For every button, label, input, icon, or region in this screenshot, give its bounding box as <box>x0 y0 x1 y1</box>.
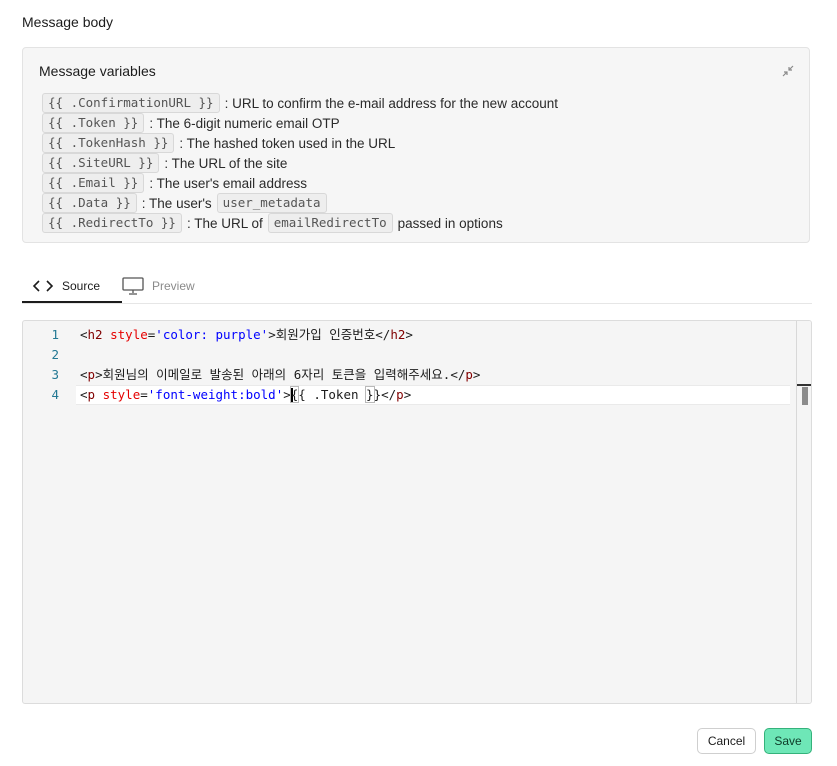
line-number: 4 <box>51 387 59 402</box>
variable-description: : The user's <box>141 195 212 211</box>
variable-description: : The URL of <box>186 215 263 231</box>
variable-chip-inline: emailRedirectTo <box>267 213 393 233</box>
message-variables-panel: Message variables {{ .ConfirmationURL }}… <box>22 47 810 243</box>
save-button[interactable]: Save <box>764 728 812 754</box>
variable-description: : The URL of the site <box>164 155 288 171</box>
code-content[interactable]: <h2 style='color: purple'>회원가입 인증번호</h2>… <box>76 325 790 405</box>
variable-chip: {{ .RedirectTo }} <box>42 213 182 233</box>
variable-description: : The 6-digit numeric email OTP <box>149 115 340 131</box>
line-number: 1 <box>51 327 59 342</box>
variable-description: : The hashed token used in the URL <box>179 135 396 151</box>
code-line[interactable] <box>80 345 790 365</box>
tab-source-label: Source <box>62 278 101 293</box>
cancel-button[interactable]: Cancel <box>697 728 756 754</box>
variable-chip-inline: user_metadata <box>216 193 327 213</box>
tab-preview[interactable]: Preview <box>122 270 195 302</box>
code-brackets-icon <box>32 279 54 292</box>
variable-chip: {{ .Token }} <box>42 113 145 133</box>
monitor-icon <box>122 277 144 295</box>
variable-row: {{ .Email }} : The user's email address <box>42 173 558 193</box>
editor-tabs: Source Preview <box>22 270 812 304</box>
line-number: 2 <box>51 347 59 362</box>
variable-list: {{ .ConfirmationURL }} : URL to confirm … <box>42 93 558 233</box>
variables-panel-title: Message variables <box>39 63 156 79</box>
variable-description: : URL to confirm the e-mail address for … <box>224 95 558 111</box>
variable-chip: {{ .Data }} <box>42 193 137 213</box>
variable-chip: {{ .Email }} <box>42 173 145 193</box>
variable-chip: {{ .TokenHash }} <box>42 133 175 153</box>
line-number: 3 <box>51 367 59 382</box>
variable-chip: {{ .SiteURL }} <box>42 153 160 173</box>
variable-row: {{ .RedirectTo }} : The URL of emailRedi… <box>42 213 558 233</box>
variable-description: : The user's email address <box>149 175 307 191</box>
code-line-active[interactable]: <p style='font-weight:bold'>{{ .Token }}… <box>76 385 790 405</box>
line-number-gutter: 1 2 3 4 <box>23 325 69 405</box>
variable-row: {{ .Data }} : The user's user_metadata <box>42 193 558 213</box>
code-editor[interactable]: 1 2 3 4 <h2 style='color: purple'>회원가입 인… <box>22 320 812 704</box>
scrollbar-thumb[interactable] <box>802 387 808 405</box>
tab-source[interactable]: Source <box>22 270 122 303</box>
scrollbar-position-marker <box>797 384 811 386</box>
variable-row: {{ .TokenHash }} : The hashed token used… <box>42 133 558 153</box>
variable-description-tail: passed in options <box>397 215 503 231</box>
vertical-scrollbar[interactable] <box>796 321 811 703</box>
tab-preview-label: Preview <box>152 279 195 293</box>
variable-row: {{ .Token }} : The 6-digit numeric email… <box>42 113 558 133</box>
variable-chip: {{ .ConfirmationURL }} <box>42 93 220 113</box>
variable-row: {{ .ConfirmationURL }} : URL to confirm … <box>42 93 558 113</box>
code-line[interactable]: <h2 style='color: purple'>회원가입 인증번호</h2> <box>80 325 790 345</box>
section-title: Message body <box>22 14 114 30</box>
code-line[interactable]: <p>회원님의 이메일로 발송된 아래의 6자리 토큰을 입력해주세요.</p> <box>80 365 790 385</box>
variable-row: {{ .SiteURL }} : The URL of the site <box>42 153 558 173</box>
collapse-arrows-icon[interactable] <box>781 64 795 78</box>
